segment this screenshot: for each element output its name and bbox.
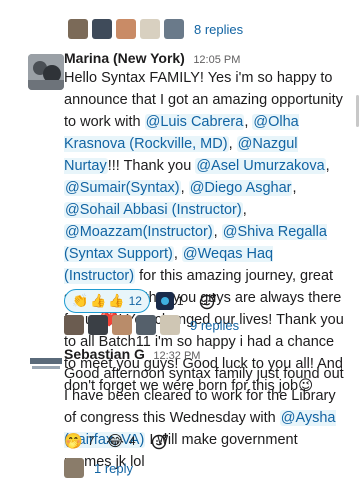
- timestamp[interactable]: 12:32 PM: [153, 350, 200, 362]
- replies-link[interactable]: 8 replies: [194, 22, 243, 37]
- thumbs-up-icon: 👍: [108, 293, 125, 308]
- add-reaction-button[interactable]: [196, 290, 220, 312]
- mention[interactable]: @Luis Cabrera: [144, 114, 245, 130]
- add-reaction-icon: [199, 293, 216, 310]
- message-text: ,: [213, 224, 222, 240]
- message-text: ,: [242, 202, 247, 218]
- reactions-bar: 👏 👍 👍 12 1: [64, 289, 220, 313]
- reply-avatar: [160, 315, 180, 335]
- avatar[interactable]: [28, 350, 64, 386]
- clap-icon: 👏: [72, 293, 89, 308]
- reaction-laugh[interactable]: 🤭 7: [64, 432, 94, 450]
- custom-emoji-icon: [155, 292, 174, 310]
- avatar-image: [28, 350, 64, 386]
- replies-link[interactable]: 9 replies: [190, 318, 239, 333]
- reaction-laugh[interactable]: 😂 4: [106, 432, 135, 450]
- thumbs-up-icon: 👍: [90, 293, 107, 308]
- reaction-count: 4: [128, 434, 136, 448]
- add-reaction-icon: [151, 433, 168, 450]
- avatar-image: [28, 54, 64, 90]
- mention[interactable]: @Sumair(Syntax): [64, 180, 181, 196]
- reply-avatar: [116, 19, 136, 39]
- mention[interactable]: @Diego Asghar: [188, 180, 293, 196]
- reply-avatar: [88, 315, 108, 335]
- tears-of-joy-icon: 😂: [106, 433, 124, 450]
- mention[interactable]: @Sohail Abbasi (Instructor): [64, 202, 243, 218]
- reply-avatar: [92, 19, 112, 39]
- reactions-bar: 🤭 7 😂 4: [64, 430, 172, 452]
- thread-replies-row[interactable]: 9 replies: [64, 315, 239, 335]
- reaction-count: 7: [87, 434, 95, 448]
- reply-avatar: [64, 458, 84, 478]
- avatar[interactable]: [28, 54, 64, 90]
- reply-avatar: [140, 19, 160, 39]
- message-text: ,: [173, 246, 182, 262]
- reply-avatar: [112, 315, 132, 335]
- add-reaction-button[interactable]: [148, 430, 172, 452]
- message-text: ,: [325, 158, 330, 174]
- reply-avatar: [136, 315, 156, 335]
- sender-name[interactable]: Marina (New York): [64, 50, 185, 66]
- reaction-clap[interactable]: 👏 👍 👍 12: [64, 289, 150, 313]
- timestamp[interactable]: 12:05 PM: [193, 54, 240, 66]
- mention[interactable]: @Asel Umurzakova: [195, 158, 326, 174]
- message-text: ,: [180, 180, 189, 196]
- message-header: Sebastian G 12:32 PM: [64, 346, 200, 364]
- reply-avatar: [64, 315, 84, 335]
- replies-link[interactable]: 1 reply: [94, 461, 133, 476]
- message-text: ,: [228, 136, 237, 152]
- reply-avatar: [68, 19, 88, 39]
- thread-replies-row[interactable]: 1 reply: [64, 458, 133, 478]
- message-header: Marina (New York) 12:05 PM: [64, 50, 240, 68]
- reaction-custom[interactable]: 1: [155, 292, 184, 310]
- sender-name[interactable]: Sebastian G: [64, 346, 145, 362]
- message-text: ,: [292, 180, 297, 196]
- message-body: Good afternoon syntax family just found …: [64, 363, 346, 473]
- thread-replies-row[interactable]: 8 replies: [68, 19, 243, 39]
- message-text: !!! Thank you: [107, 158, 196, 174]
- reply-avatar: [164, 19, 184, 39]
- mention[interactable]: @Moazzam(Instructor): [64, 224, 214, 240]
- reaction-count: 12: [128, 294, 142, 308]
- scrollbar-thumb[interactable]: [356, 95, 359, 127]
- laughing-face-icon: 🤭: [64, 433, 83, 450]
- reaction-count: 1: [176, 294, 184, 308]
